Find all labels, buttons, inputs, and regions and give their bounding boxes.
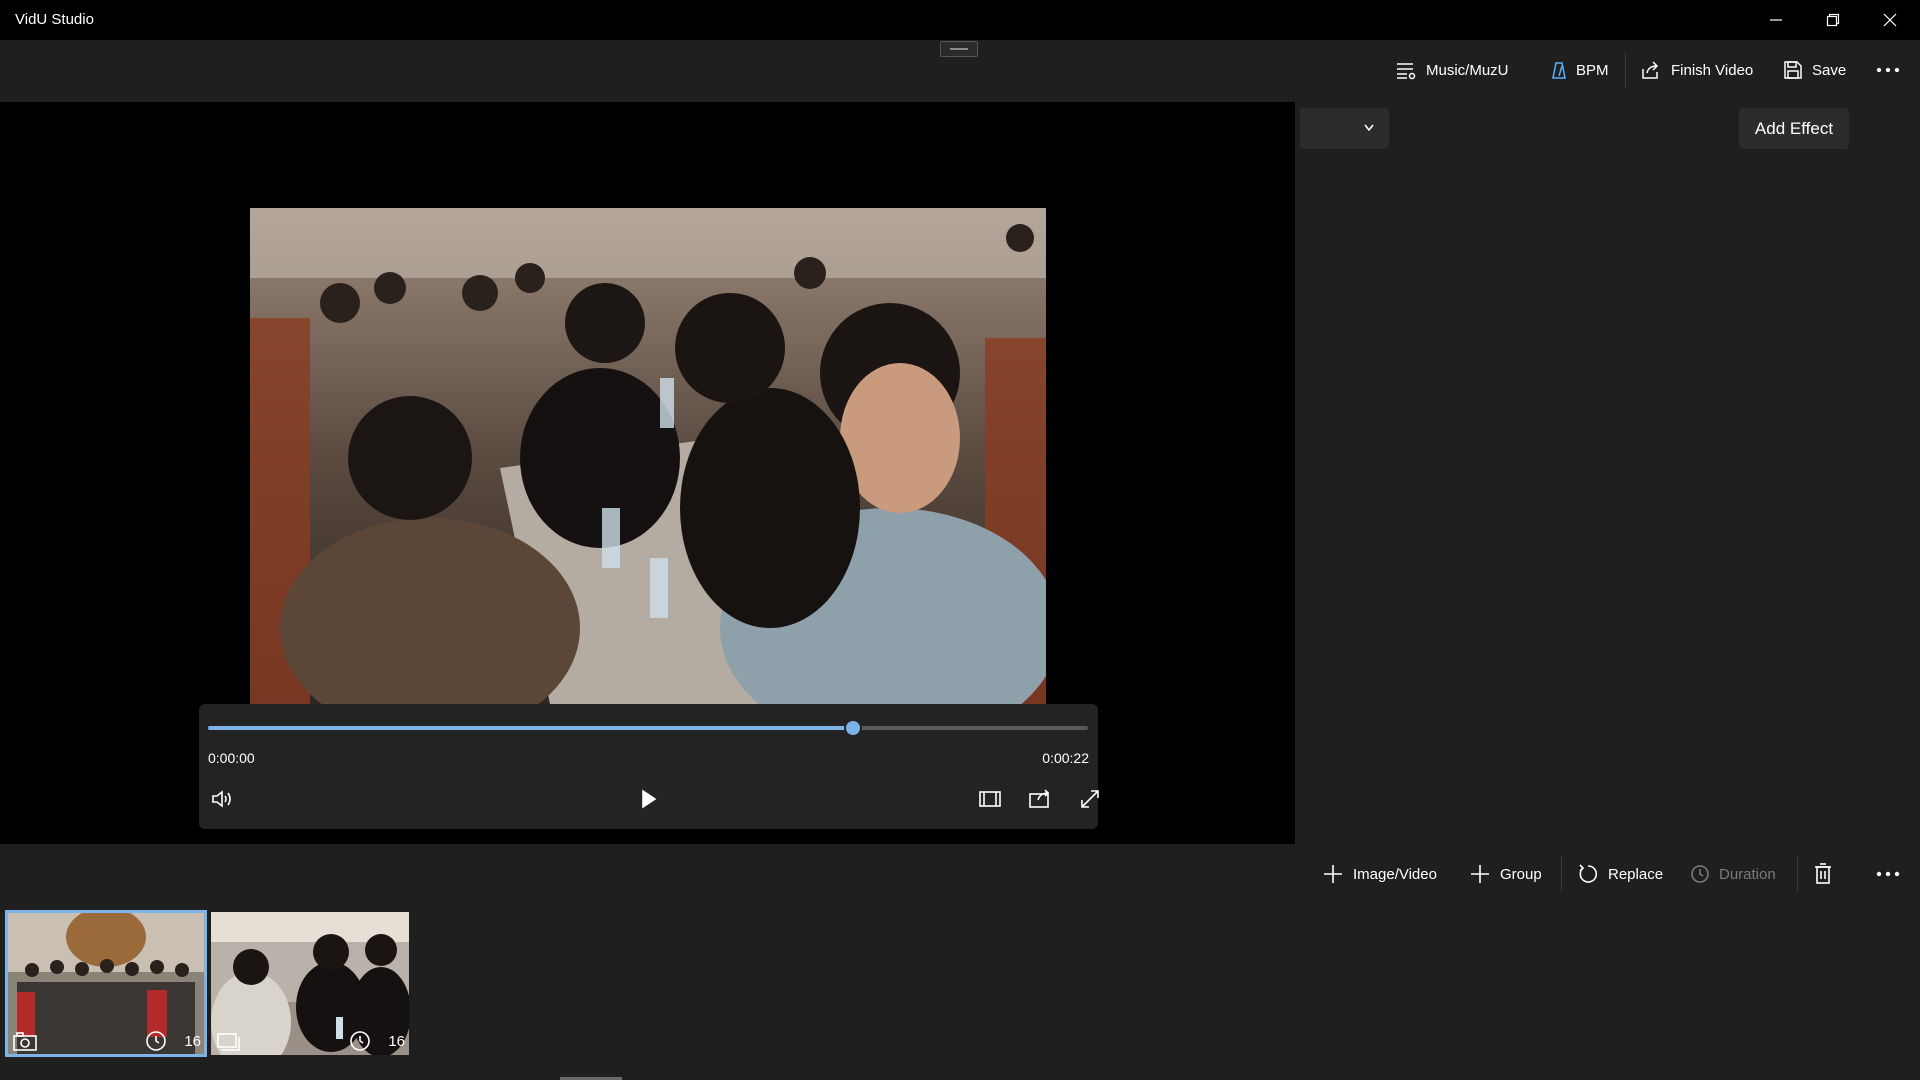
minimize-icon bbox=[1770, 19, 1782, 21]
replace-label: Replace bbox=[1608, 865, 1664, 883]
effect-dropdown[interactable] bbox=[1300, 108, 1389, 149]
command-divider bbox=[1797, 856, 1798, 892]
duration-button[interactable]: Duration bbox=[1690, 857, 1776, 891]
add-group-label: Group bbox=[1500, 865, 1542, 883]
plus-icon bbox=[1324, 865, 1342, 883]
play-icon bbox=[642, 789, 657, 809]
photo-camera-icon bbox=[13, 1032, 37, 1051]
finish-video-label: Finish Video bbox=[1671, 61, 1754, 79]
bpm-label: BPM bbox=[1576, 61, 1609, 79]
close-icon bbox=[1883, 13, 1897, 27]
share-icon bbox=[1642, 61, 1659, 79]
storyboard-item[interactable]: 16 bbox=[211, 912, 409, 1055]
play-button[interactable] bbox=[631, 782, 665, 816]
thumbnail-duration: 16 bbox=[388, 1033, 405, 1050]
video-clip-icon bbox=[217, 1033, 240, 1051]
thumbnail-overlay bbox=[7, 1025, 205, 1055]
preview-image bbox=[250, 208, 1046, 704]
minimize-button[interactable] bbox=[1748, 0, 1804, 40]
thumbnail-overlay bbox=[211, 1025, 409, 1055]
title-bar: VidU Studio bbox=[0, 0, 1920, 40]
trash-icon bbox=[1815, 863, 1831, 884]
thumbnail-duration: 16 bbox=[184, 1033, 201, 1050]
playback-controls: 0:00:00 0:00:22 bbox=[199, 704, 1099, 829]
more-icon bbox=[1876, 67, 1900, 73]
command-divider bbox=[1561, 856, 1562, 892]
save-icon bbox=[1784, 61, 1802, 79]
panel-drag-handle[interactable] bbox=[940, 41, 978, 57]
more-icon bbox=[1876, 871, 1900, 877]
cast-button[interactable] bbox=[1023, 782, 1057, 816]
duration-label: Duration bbox=[1719, 865, 1776, 883]
effects-panel bbox=[1295, 102, 1920, 844]
aspect-ratio-button[interactable] bbox=[973, 782, 1007, 816]
cast-icon bbox=[1029, 789, 1050, 808]
add-effect-button[interactable]: Add Effect bbox=[1739, 108, 1849, 149]
music-button[interactable]: Music/MuzU bbox=[1395, 53, 1509, 87]
volume-icon bbox=[212, 790, 231, 808]
preview-photo bbox=[250, 208, 1046, 704]
more-options-button[interactable] bbox=[1875, 53, 1901, 87]
toolbar-divider bbox=[1625, 52, 1626, 88]
more-commands-button[interactable] bbox=[1875, 857, 1901, 891]
bpm-metronome-icon bbox=[1552, 62, 1566, 79]
save-label: Save bbox=[1812, 61, 1847, 79]
plus-icon bbox=[1471, 865, 1489, 883]
fullscreen-icon bbox=[1081, 790, 1099, 808]
current-time: 0:00:00 bbox=[208, 750, 255, 766]
music-label: Music/MuzU bbox=[1426, 61, 1509, 79]
replace-icon bbox=[1579, 864, 1598, 883]
add-group-button[interactable]: Group bbox=[1469, 857, 1542, 891]
restore-button[interactable] bbox=[1805, 0, 1861, 40]
delete-button[interactable] bbox=[1813, 857, 1833, 891]
video-preview: 0:00:00 0:00:22 bbox=[0, 102, 1295, 844]
clock-icon bbox=[350, 1031, 370, 1051]
finish-video-button[interactable]: Finish Video bbox=[1640, 53, 1753, 87]
timeline-slider[interactable] bbox=[208, 719, 1088, 737]
restore-icon bbox=[1826, 13, 1840, 27]
timeline-progress bbox=[208, 726, 854, 730]
total-time: 0:00:22 bbox=[1042, 750, 1089, 766]
fullscreen-button[interactable] bbox=[1073, 782, 1107, 816]
chevron-down-icon bbox=[1364, 124, 1374, 132]
storyboard-item[interactable]: 16 bbox=[5, 910, 207, 1057]
timeline-thumb[interactable] bbox=[844, 719, 863, 737]
replace-button[interactable]: Replace bbox=[1577, 857, 1663, 891]
save-button[interactable]: Save bbox=[1783, 53, 1846, 87]
aspect-ratio-icon bbox=[979, 791, 1001, 807]
volume-button[interactable] bbox=[205, 782, 239, 816]
clock-icon bbox=[1691, 865, 1709, 883]
clock-icon bbox=[146, 1031, 166, 1051]
add-image-video-button[interactable]: Image/Video bbox=[1322, 857, 1437, 891]
bpm-button[interactable]: BPM bbox=[1551, 53, 1609, 87]
add-image-video-label: Image/Video bbox=[1353, 865, 1437, 883]
close-button[interactable] bbox=[1862, 0, 1918, 40]
app-title: VidU Studio bbox=[15, 11, 94, 28]
music-list-icon bbox=[1397, 63, 1416, 80]
